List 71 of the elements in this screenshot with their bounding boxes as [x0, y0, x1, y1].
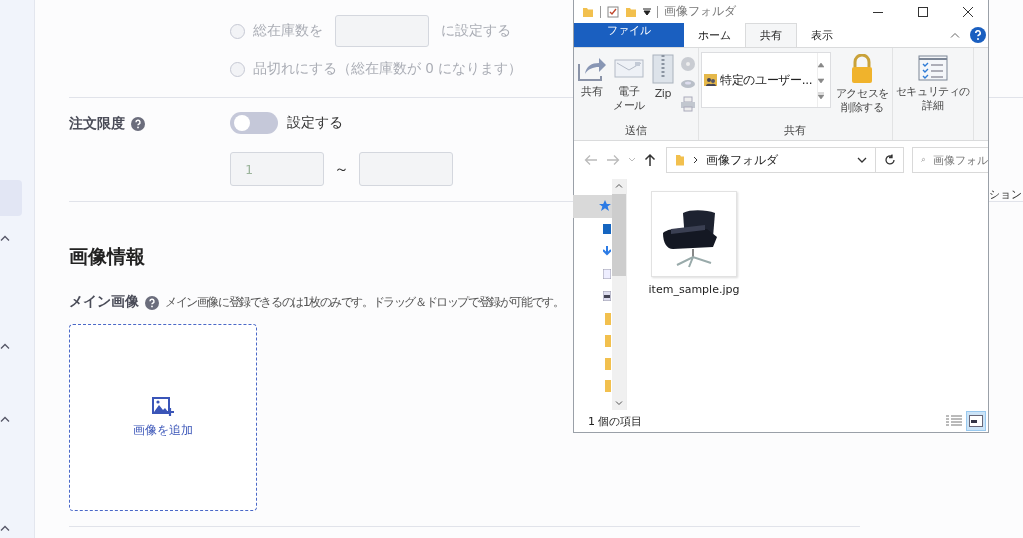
help-icon[interactable] — [970, 27, 986, 43]
chevron-up-icon[interactable] — [0, 525, 10, 531]
group-label: 送信 — [623, 123, 648, 138]
share-with-list[interactable]: 特定のユーザー... — [700, 52, 831, 108]
list-item[interactable]: 特定のユーザー... — [719, 71, 813, 89]
chevron-up-icon[interactable] — [0, 235, 10, 241]
ribbon-button[interactable]: Zip — [649, 52, 676, 123]
help-icon[interactable] — [131, 115, 145, 131]
address-bar[interactable]: 画像フォルダ — [666, 147, 876, 173]
ribbon-tab[interactable]: ホーム — [684, 23, 745, 47]
file-name[interactable]: item_sample.jpg — [648, 283, 740, 296]
dropdown-icon[interactable] — [643, 7, 651, 16]
large-icons-view-icon[interactable] — [966, 411, 986, 431]
scroll-up-icon[interactable] — [615, 183, 623, 188]
radio-label-suffix: に設定する — [441, 22, 511, 40]
pictures-icon[interactable] — [603, 291, 611, 302]
history-caret-icon[interactable] — [628, 157, 636, 163]
folder-icon — [582, 5, 594, 18]
section-heading: 画像情報 — [69, 244, 145, 269]
maximize-icon[interactable] — [917, 5, 929, 18]
field-label: 注文限度 — [69, 115, 125, 133]
new-folder-icon[interactable] — [625, 5, 637, 18]
folder-icon[interactable] — [605, 357, 611, 370]
range-separator: ～ — [334, 159, 349, 179]
window-title: 画像フォルダ — [664, 3, 736, 20]
folder-icon[interactable] — [605, 335, 611, 348]
folder-icon[interactable] — [605, 380, 611, 393]
cut-off-text: ション — [989, 187, 1022, 202]
download-icon[interactable] — [603, 246, 611, 257]
search-field[interactable]: 画像フォル — [912, 147, 988, 173]
hint-text: メイン画像に登録できるのは1枚のみです。ドラッグ＆ドロップで登録が可能です。 — [165, 293, 564, 311]
up-arrow-icon[interactable] — [644, 153, 656, 167]
ribbon-tab[interactable]: 表示 — [797, 23, 847, 47]
ribbon-button[interactable]: 共有 — [576, 52, 608, 123]
dropdown-icon[interactable] — [857, 157, 867, 163]
radio-label: 総在庫数を — [253, 22, 323, 40]
field-label: メイン画像 — [69, 293, 139, 311]
folder-icon — [675, 154, 685, 166]
ribbon-tab[interactable]: ファイル — [574, 23, 684, 47]
collapse-ribbon-icon[interactable] — [950, 32, 960, 38]
refresh-icon — [883, 154, 896, 166]
item-count: 1 個の項目 — [588, 413, 643, 429]
toggle-switch[interactable] — [230, 112, 278, 134]
ribbon-tab[interactable]: 共有 — [745, 23, 797, 47]
forward-arrow-icon[interactable] — [606, 154, 620, 166]
disc-icon[interactable] — [679, 56, 696, 72]
close-icon[interactable] — [962, 5, 974, 18]
scrollbar[interactable] — [612, 179, 626, 410]
scroll-down-icon[interactable] — [615, 401, 623, 406]
breadcrumb-chevron-icon[interactable] — [693, 156, 698, 164]
ribbon-button[interactable]: アクセスを 削除する — [834, 52, 890, 123]
star-icon[interactable] — [599, 200, 611, 213]
toggle-label: 設定する — [287, 114, 343, 132]
help-icon[interactable] — [145, 294, 159, 310]
chevron-up-icon[interactable] — [0, 416, 10, 422]
back-arrow-icon[interactable] — [584, 154, 598, 166]
desktop-icon[interactable] — [603, 223, 611, 234]
printer-icon[interactable] — [679, 96, 696, 112]
group-label: 共有 — [783, 123, 808, 138]
radio-label: 品切れにする（総在庫数が 0 になります） — [253, 60, 523, 78]
ribbon-button[interactable]: 電子 メール — [612, 52, 646, 123]
image-dropzone[interactable]: 画像を追加 — [69, 324, 257, 511]
checklist-icon — [917, 54, 948, 82]
refresh-button[interactable] — [876, 147, 904, 173]
ribbon-button[interactable]: セキュリティの 詳細 — [894, 52, 972, 138]
chevron-up-icon[interactable] — [0, 343, 10, 349]
zip-folder-icon — [650, 54, 675, 84]
users-icon — [703, 73, 718, 87]
folder-icon[interactable] — [605, 312, 611, 325]
add-image-icon — [152, 397, 174, 417]
properties-icon[interactable] — [607, 5, 619, 18]
